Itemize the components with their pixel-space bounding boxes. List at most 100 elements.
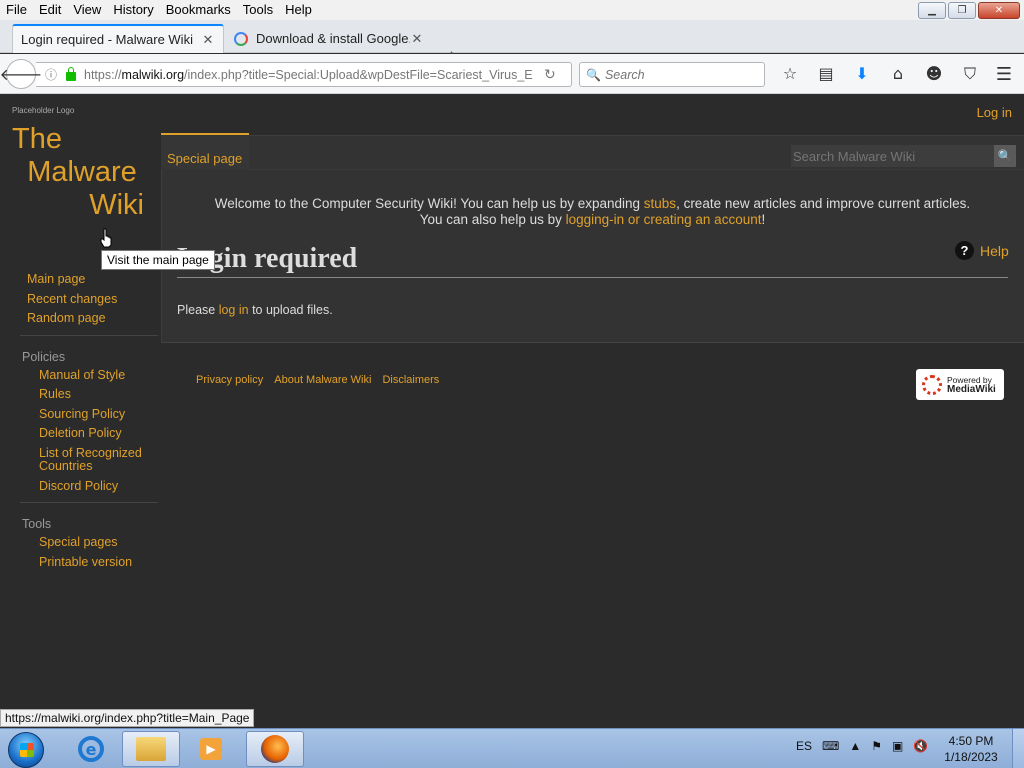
url-bar[interactable]: ⓘ https://malwiki.org/index.php?title=Sp… bbox=[36, 62, 572, 87]
login-create-account-link[interactable]: logging-in or creating an account bbox=[566, 212, 762, 227]
language-indicator[interactable]: ES bbox=[796, 739, 812, 753]
tab-login-required[interactable]: Login required - Malware Wiki ✕ bbox=[12, 24, 224, 53]
help-icon: ? bbox=[955, 241, 974, 260]
keyboard-icon[interactable]: ⌨ bbox=[822, 739, 839, 753]
lock-icon[interactable] bbox=[66, 67, 76, 81]
search-icon: 🔍 bbox=[586, 67, 601, 82]
help-link[interactable]: ? Help bbox=[955, 241, 1009, 260]
tab-divider bbox=[249, 169, 1024, 170]
start-button[interactable] bbox=[8, 732, 44, 768]
reading-list-icon[interactable]: ▤ bbox=[808, 64, 844, 84]
sidebar-item-manual-of-style[interactable]: Manual of Style bbox=[0, 366, 160, 386]
clock-time: 4:50 PM bbox=[948, 734, 994, 748]
network-icon[interactable]: ▣ bbox=[892, 739, 903, 753]
home-icon[interactable]: ⌂ bbox=[880, 64, 916, 84]
web-page: Placeholder Logo The Malware Wiki Log in… bbox=[0, 95, 1024, 728]
menu-view[interactable]: View bbox=[67, 1, 107, 19]
wiki-search-button[interactable]: 🔍 bbox=[994, 145, 1016, 167]
url-text[interactable]: https://malwiki.org/index.php?title=Spec… bbox=[84, 68, 544, 82]
sidebar-item-deletion-policy[interactable]: Deletion Policy bbox=[0, 424, 160, 444]
status-bar-url: https://malwiki.org/index.php?title=Main… bbox=[0, 709, 255, 727]
tray-expand-icon[interactable]: ▲ bbox=[849, 739, 861, 753]
info-icon[interactable]: ⓘ bbox=[42, 66, 60, 83]
menu-bookmarks[interactable]: Bookmarks bbox=[160, 1, 237, 19]
tab-strip: Login required - Malware Wiki ✕ Download… bbox=[0, 20, 1024, 68]
action-center-flag-icon[interactable]: ⚑ bbox=[871, 739, 882, 753]
mediawiki-icon bbox=[922, 374, 942, 395]
wiki-search-input[interactable] bbox=[791, 145, 994, 167]
restore-button[interactable]: ❐ bbox=[948, 2, 976, 19]
footer-about[interactable]: About Malware Wiki bbox=[274, 374, 371, 386]
sidebar-item-printable-version[interactable]: Printable version bbox=[0, 553, 160, 573]
tab-special-page[interactable]: Special page bbox=[161, 133, 249, 169]
stubs-link[interactable]: stubs bbox=[644, 196, 676, 211]
tab-close-icon[interactable]: ✕ bbox=[410, 31, 424, 47]
chat-icon[interactable]: ☻ bbox=[916, 64, 952, 84]
tab-label: Download & install Google... bbox=[256, 31, 410, 46]
sidebar-item-rules[interactable]: Rules bbox=[0, 385, 160, 405]
internet-explorer-icon: e bbox=[78, 736, 104, 762]
footer-privacy-policy[interactable]: Privacy policy bbox=[196, 374, 263, 386]
placeholder-logo-text: Placeholder Logo bbox=[12, 106, 75, 115]
tab-google-download[interactable]: Download & install Google... ✕ bbox=[226, 24, 432, 53]
system-tray: ES ⌨ ▲ ⚑ ▣ 🔇 bbox=[796, 739, 928, 753]
back-arrow-icon: 🡐 bbox=[0, 65, 43, 84]
log-in-link[interactable]: log in bbox=[219, 303, 249, 317]
volume-muted-icon[interactable]: 🔇 bbox=[913, 739, 928, 753]
taskbar-explorer[interactable] bbox=[122, 731, 180, 767]
heading-rule bbox=[177, 277, 1008, 278]
hamburger-menu-icon[interactable]: ☰ bbox=[996, 64, 1012, 85]
search-icon: 🔍 bbox=[997, 149, 1013, 163]
footer-links: Privacy policy About Malware Wiki Discla… bbox=[196, 374, 439, 386]
bookmark-star-icon[interactable]: ☆ bbox=[772, 64, 808, 84]
sidebar-item-recognized-countries[interactable]: List of Recognized Countries bbox=[0, 444, 150, 477]
firefox-icon bbox=[261, 735, 289, 763]
browser-search-input[interactable] bbox=[604, 67, 755, 82]
sidebar-item-recent-changes[interactable]: Recent changes bbox=[0, 290, 160, 310]
sidebar-heading-policies: Policies bbox=[22, 349, 66, 364]
system-clock[interactable]: 4:50 PM 1/18/2023 bbox=[940, 733, 1002, 765]
media-player-icon: ▶ bbox=[200, 738, 222, 760]
nav-bar: ⓘ https://malwiki.org/index.php?title=Sp… bbox=[0, 54, 1024, 94]
powered-by-mediawiki-badge[interactable]: Powered by MediaWiki bbox=[916, 369, 1004, 400]
minimize-button[interactable]: ▁ bbox=[918, 2, 946, 19]
sidebar-item-main-page[interactable]: Main page bbox=[0, 270, 160, 290]
login-link[interactable]: Log in bbox=[977, 105, 1012, 120]
footer-disclaimers[interactable]: Disclaimers bbox=[382, 374, 439, 386]
sidebar-item-random-page[interactable]: Random page bbox=[0, 309, 160, 329]
taskbar-firefox[interactable] bbox=[246, 731, 304, 767]
sidebar-heading-tools: Tools bbox=[22, 517, 52, 531]
sidebar: Main page Recent changes Random page Pol… bbox=[0, 270, 160, 572]
wiki-search: 🔍 bbox=[791, 145, 1016, 167]
menu-edit[interactable]: Edit bbox=[33, 1, 67, 19]
sidebar-separator bbox=[20, 502, 158, 503]
logo-line: Malware bbox=[27, 156, 137, 188]
sidebar-item-discord-policy[interactable]: Discord Policy bbox=[0, 477, 160, 497]
menu-history[interactable]: History bbox=[107, 1, 159, 19]
taskbar-media-player[interactable]: ▶ bbox=[182, 731, 240, 767]
download-icon[interactable]: ⬇ bbox=[844, 64, 880, 84]
site-logo[interactable]: The Malware Wiki bbox=[12, 123, 144, 222]
sidebar-item-sourcing-policy[interactable]: Sourcing Policy bbox=[0, 405, 160, 425]
sidebar-item-special-pages[interactable]: Special pages bbox=[0, 533, 160, 553]
hand-cursor-icon bbox=[100, 228, 112, 248]
folder-icon bbox=[136, 737, 166, 761]
logo-line: Wiki bbox=[89, 189, 144, 221]
logo-line: The bbox=[12, 123, 62, 155]
reload-icon[interactable]: ↻ bbox=[544, 67, 564, 83]
menu-tools[interactable]: Tools bbox=[237, 1, 279, 19]
close-window-button[interactable]: ✕ bbox=[978, 2, 1020, 19]
back-button[interactable]: 🡐 bbox=[0, 59, 42, 89]
welcome-banner: Welcome to the Computer Security Wiki! Y… bbox=[214, 196, 971, 227]
menu-help[interactable]: Help bbox=[279, 1, 318, 19]
show-desktop-button[interactable] bbox=[1012, 729, 1024, 768]
browser-search-box[interactable]: 🔍 bbox=[579, 62, 765, 87]
menu-file[interactable]: File bbox=[0, 1, 33, 19]
pocket-icon[interactable]: ⛉ bbox=[952, 64, 988, 84]
clock-date: 1/18/2023 bbox=[944, 750, 998, 764]
tab-close-icon[interactable]: ✕ bbox=[201, 32, 215, 48]
taskbar-ie[interactable]: e bbox=[62, 731, 120, 767]
tab-label: Login required - Malware Wiki bbox=[21, 32, 193, 47]
tooltip: Visit the main page bbox=[101, 250, 215, 270]
upload-message: Please log in to upload files. bbox=[177, 303, 333, 317]
